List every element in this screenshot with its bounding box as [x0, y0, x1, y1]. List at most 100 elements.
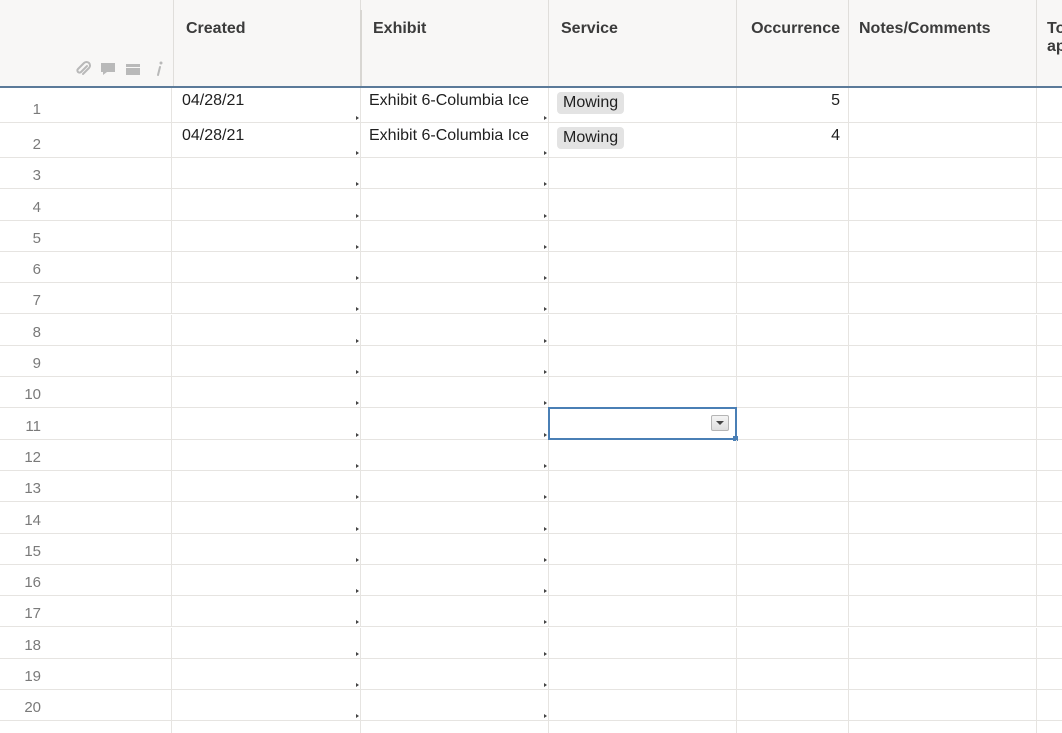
table-row[interactable]: 18 [0, 628, 1062, 659]
table-row[interactable]: 19 [0, 659, 1062, 690]
table-row[interactable]: 10 [0, 377, 1062, 408]
cell-to_ap[interactable] [1037, 628, 1062, 658]
table-row[interactable]: 15 [0, 534, 1062, 565]
cell-service[interactable] [549, 158, 737, 188]
table-row[interactable]: 16 [0, 565, 1062, 596]
cell-created[interactable] [174, 252, 361, 282]
table-row[interactable]: 4 [0, 189, 1062, 220]
cell-service[interactable]: Mowing [549, 123, 737, 157]
cell-menu-marker-icon[interactable] [356, 620, 359, 624]
cell-to_ap[interactable] [1037, 596, 1062, 626]
cell-notes[interactable] [849, 471, 1037, 501]
cell-created[interactable] [174, 596, 361, 626]
cell-created[interactable] [174, 502, 361, 532]
cell-menu-marker-icon[interactable] [356, 307, 359, 311]
cell-created[interactable] [174, 440, 361, 470]
cell-menu-marker-icon[interactable] [544, 683, 547, 687]
cell-service[interactable] [549, 471, 737, 501]
cell-exhibit[interactable] [361, 690, 549, 720]
cell-to_ap[interactable] [1037, 221, 1062, 251]
cell-to_ap[interactable] [1037, 440, 1062, 470]
cell-menu-marker-icon[interactable] [356, 464, 359, 468]
cell-service[interactable] [549, 315, 737, 345]
cell-menu-marker-icon[interactable] [356, 214, 359, 218]
table-row[interactable]: 14 [0, 502, 1062, 533]
cell-service[interactable] [549, 565, 737, 595]
cell-occurrence[interactable] [737, 721, 849, 733]
cell-service[interactable]: Mowing [549, 88, 737, 122]
cell-menu-marker-icon[interactable] [544, 276, 547, 280]
cell-menu-marker-icon[interactable] [544, 245, 547, 249]
cell-created[interactable] [174, 377, 361, 407]
table-row[interactable]: 7 [0, 283, 1062, 314]
cell-created[interactable]: 04/28/21 [174, 88, 361, 122]
cell-notes[interactable] [849, 408, 1037, 438]
cell-occurrence[interactable] [737, 471, 849, 501]
row-number[interactable]: 3 [0, 158, 172, 188]
cell-occurrence[interactable]: 4 [737, 123, 849, 157]
cell-menu-marker-icon[interactable] [356, 495, 359, 499]
row-number[interactable]: 16 [0, 565, 172, 595]
cell-exhibit[interactable] [361, 659, 549, 689]
cell-exhibit[interactable] [361, 315, 549, 345]
row-number[interactable]: 12 [0, 440, 172, 470]
row-number[interactable]: 9 [0, 346, 172, 376]
cell-occurrence[interactable] [737, 690, 849, 720]
row-number[interactable]: 19 [0, 659, 172, 689]
cell-occurrence[interactable] [737, 189, 849, 219]
cell-exhibit[interactable] [361, 189, 549, 219]
cell-notes[interactable] [849, 123, 1037, 157]
cell-notes[interactable] [849, 628, 1037, 658]
cell-occurrence[interactable] [737, 158, 849, 188]
table-row[interactable]: 8 [0, 315, 1062, 346]
cell-service[interactable] [549, 690, 737, 720]
cell-exhibit[interactable] [361, 158, 549, 188]
cell-menu-marker-icon[interactable] [544, 339, 547, 343]
cell-service[interactable] [549, 440, 737, 470]
row-number[interactable]: 20 [0, 690, 172, 720]
cell-service[interactable] [549, 252, 737, 282]
column-header-created[interactable]: Created [174, 0, 361, 86]
cell-notes[interactable] [849, 690, 1037, 720]
cell-created[interactable] [174, 659, 361, 689]
cell-to_ap[interactable] [1037, 534, 1062, 564]
cell-occurrence[interactable] [737, 283, 849, 313]
cell-created[interactable] [174, 283, 361, 313]
cell-menu-marker-icon[interactable] [356, 433, 359, 437]
cell-menu-marker-icon[interactable] [544, 527, 547, 531]
cell-created[interactable] [174, 189, 361, 219]
cell-notes[interactable] [849, 377, 1037, 407]
cell-occurrence[interactable] [737, 596, 849, 626]
cell-exhibit[interactable] [361, 377, 549, 407]
cell-occurrence[interactable] [737, 408, 849, 438]
cell-exhibit[interactable] [361, 502, 549, 532]
cell-created[interactable] [174, 315, 361, 345]
cell-to_ap[interactable] [1037, 315, 1062, 345]
table-row[interactable]: 11 [0, 408, 1062, 439]
cell-menu-marker-icon[interactable] [356, 182, 359, 186]
cell-notes[interactable] [849, 158, 1037, 188]
table-row[interactable]: 20 [0, 690, 1062, 721]
table-row[interactable]: 5 [0, 221, 1062, 252]
cell-exhibit[interactable] [361, 252, 549, 282]
cell-to_ap[interactable] [1037, 252, 1062, 282]
cell-occurrence[interactable] [737, 534, 849, 564]
cell-to_ap[interactable] [1037, 283, 1062, 313]
column-header-to-ap[interactable]: To ap [1037, 0, 1062, 86]
row-number[interactable]: 11 [0, 408, 172, 438]
cell-occurrence[interactable] [737, 252, 849, 282]
cell-menu-marker-icon[interactable] [544, 558, 547, 562]
cell-exhibit[interactable] [361, 565, 549, 595]
cell-menu-marker-icon[interactable] [544, 433, 547, 437]
table-row[interactable]: 17 [0, 596, 1062, 627]
cell-to_ap[interactable] [1037, 565, 1062, 595]
cell-menu-marker-icon[interactable] [356, 370, 359, 374]
cell-menu-marker-icon[interactable] [544, 464, 547, 468]
row-number[interactable]: 14 [0, 502, 172, 532]
cell-exhibit[interactable]: Exhibit 6-Columbia Ice [361, 88, 549, 122]
cell-notes[interactable] [849, 283, 1037, 313]
cell-occurrence[interactable] [737, 440, 849, 470]
row-number[interactable]: 13 [0, 471, 172, 501]
freeze-divider[interactable] [360, 10, 362, 86]
cell-occurrence[interactable] [737, 502, 849, 532]
